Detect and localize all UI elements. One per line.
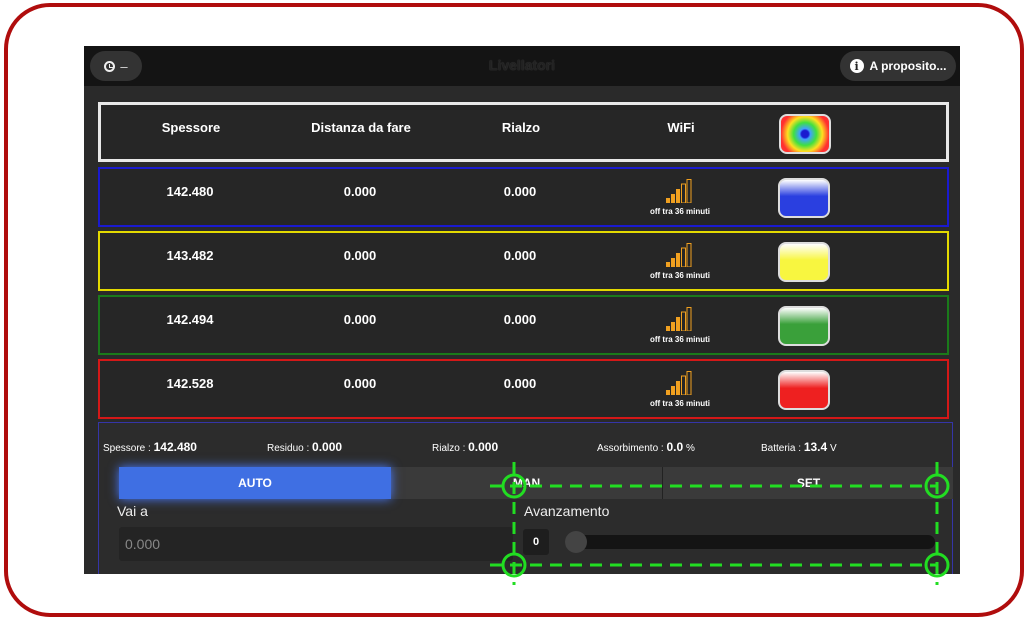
stat-residuo: Residuo : 0.000	[267, 440, 343, 454]
wifi-status: off tra 36 minuti	[649, 335, 710, 344]
all-colors-button[interactable]	[779, 114, 831, 154]
row-rialzo: 0.000	[503, 312, 537, 327]
header-distanza: Distanza da fare	[311, 120, 411, 135]
device-row: 143.482 0.000 0.000 off tra 36 minuti	[98, 231, 949, 291]
info-icon: i	[849, 59, 864, 73]
row-rialzo: 0.000	[503, 184, 537, 199]
wifi-status: off tra 36 minuti	[649, 271, 710, 280]
row-spessore: 142.494	[166, 312, 214, 327]
header-wifi: WiFi	[667, 120, 695, 135]
top-bar: – Livellatori i A proposito...	[84, 46, 960, 86]
page-title: Livellatori	[488, 57, 556, 73]
wifi-signal-icon	[666, 179, 692, 203]
color-button[interactable]	[778, 370, 830, 410]
row-spessore: 143.482	[166, 248, 214, 263]
about-label: A proposito...	[869, 59, 947, 73]
avanzamento-label: Avanzamento	[524, 503, 610, 519]
tab-set[interactable]: SET	[664, 467, 953, 499]
wifi-status: off tra 36 minuti	[649, 207, 710, 216]
row-rialzo: 0.000	[503, 376, 537, 391]
vai-a-input[interactable]: 0.000	[119, 527, 513, 561]
row-spessore: 142.480	[166, 184, 214, 199]
row-spessore: 142.528	[166, 376, 214, 391]
row-distanza: 0.000	[343, 184, 377, 199]
wifi-signal-icon	[666, 307, 692, 331]
stat-rialzo: Rialzo : 0.000	[432, 440, 499, 454]
color-button[interactable]	[778, 306, 830, 346]
row-distanza: 0.000	[343, 248, 377, 263]
about-button[interactable]: i A proposito...	[840, 51, 956, 81]
tab-auto[interactable]: AUTO	[119, 467, 391, 499]
avanzamento-value: 0	[523, 529, 549, 555]
wifi-status: off tra 36 minuti	[649, 399, 710, 408]
stat-assorbimento: Assorbimento : 0.0 %	[597, 440, 695, 454]
control-panel: Spessore : 142.480 Residuo : 0.000 Rialz…	[98, 422, 953, 574]
slider-handle[interactable]	[565, 531, 587, 553]
stat-spessore: Spessore : 142.480	[103, 440, 197, 454]
device-row: 142.528 0.000 0.000 off tra 36 minuti	[98, 359, 949, 419]
color-button[interactable]	[778, 242, 830, 282]
row-distanza: 0.000	[343, 312, 377, 327]
vai-a-label: Vai a	[117, 503, 148, 519]
device-row: 142.494 0.000 0.000 off tra 36 minuti	[98, 295, 949, 355]
header-rialzo: Rialzo	[501, 120, 541, 135]
tab-man[interactable]: MAN	[391, 467, 663, 499]
stat-batteria: Batteria : 13.4 V	[761, 440, 837, 454]
row-distanza: 0.000	[343, 376, 377, 391]
app-window: – Livellatori i A proposito... Spessore …	[84, 46, 960, 574]
mode-tabs: AUTO MAN SET	[119, 467, 953, 499]
wifi-signal-icon	[666, 243, 692, 267]
color-button[interactable]	[778, 178, 830, 218]
avanzamento-slider[interactable]	[565, 531, 935, 553]
wifi-signal-icon	[666, 371, 692, 395]
header-spessore: Spessore	[161, 120, 221, 135]
table-header: Spessore Distanza da fare Rialzo WiFi	[98, 102, 949, 162]
device-row: 142.480 0.000 0.000 off tra 36 minuti	[98, 167, 949, 227]
row-rialzo: 0.000	[503, 248, 537, 263]
